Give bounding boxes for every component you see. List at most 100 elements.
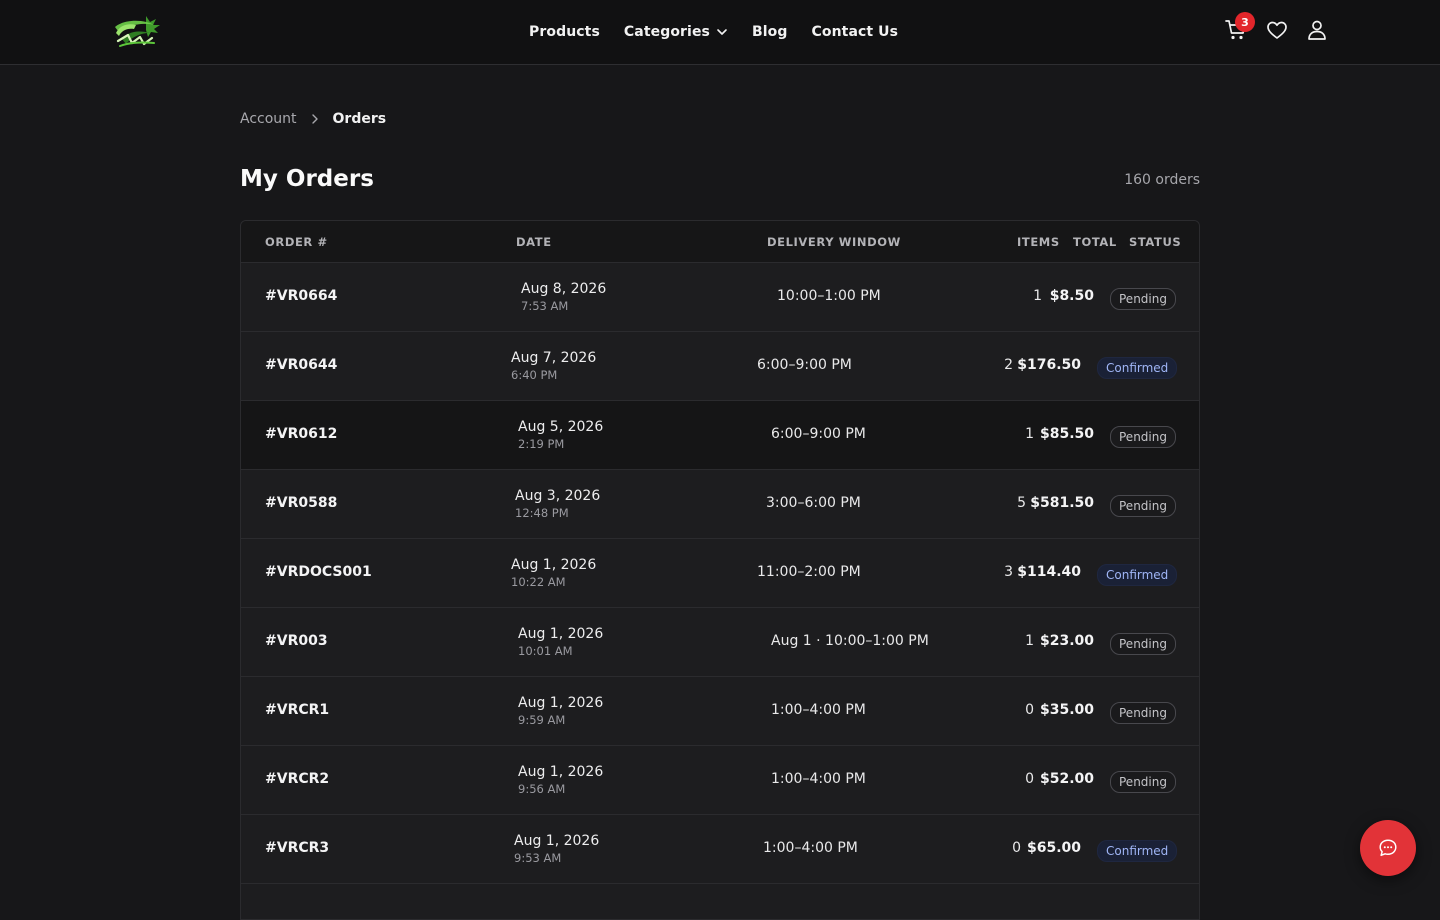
table-row[interactable]: #VR0588 Aug 3, 2026 12:48 PM 3:00–6:00 P…	[241, 470, 1199, 539]
order-date: Aug 7, 2026 6:40 PM	[511, 349, 596, 383]
status-label: Pending	[1110, 495, 1176, 517]
logo[interactable]	[110, 13, 164, 51]
delivery-window: 6:00–9:00 PM	[757, 357, 852, 373]
status-badge: Confirmed	[1097, 840, 1178, 862]
order-total: $114.40	[1017, 564, 1081, 580]
delivery-window: 1:00–4:00 PM	[763, 840, 858, 856]
order-date-day: Aug 5, 2026	[518, 419, 604, 435]
nav-blog[interactable]: Blog	[752, 24, 788, 40]
delivery-window: 11:00–2:00 PM	[757, 564, 861, 580]
header-items: ITEMS	[1017, 235, 1060, 249]
status-badge: Pending	[1110, 702, 1176, 724]
header-actions: 3	[1222, 12, 1332, 46]
order-date-day: Aug 8, 2026	[521, 281, 607, 297]
table-row[interactable]: #VRCR1 Aug 1, 2026 9:59 AM 1:00–4:00 PM …	[241, 677, 1199, 746]
nav-contact[interactable]: Contact Us	[812, 24, 899, 40]
header-total: TOTAL	[1073, 235, 1117, 249]
logo-mark	[115, 16, 160, 47]
order-date-time: 9:53 AM	[514, 851, 562, 865]
nav-contact-label: Contact Us	[811, 24, 899, 40]
order-number[interactable]: #VR003	[265, 633, 328, 649]
table-header: ORDER # DATE DELIVERY WINDOW ITEMS TOTAL…	[241, 221, 1199, 263]
table-row-partial[interactable]	[241, 884, 1199, 919]
order-total: $35.00	[1039, 702, 1094, 718]
table-row[interactable]: #VRCR3 Aug 1, 2026 9:53 AM 1:00–4:00 PM …	[241, 815, 1199, 884]
order-total: $8.50	[1049, 288, 1094, 304]
status-badge: Confirmed	[1097, 357, 1178, 379]
nav-products-label: Products	[529, 24, 600, 40]
order-total: $52.00	[1039, 771, 1094, 787]
order-date: Aug 3, 2026 12:48 PM	[515, 487, 600, 521]
heart-icon	[1267, 21, 1287, 39]
table-row[interactable]: #VR0612 Aug 5, 2026 2:19 PM 6:00–9:00 PM…	[241, 401, 1199, 470]
nav-categories[interactable]: Categories	[624, 24, 728, 40]
delivery-window: 3:00–6:00 PM	[766, 495, 861, 511]
order-date: Aug 1, 2026 9:53 AM	[514, 832, 599, 866]
status-label: Confirmed	[1097, 357, 1178, 379]
order-number[interactable]: #VR0612	[265, 426, 337, 442]
chevron-right-icon	[309, 113, 321, 125]
order-date: Aug 5, 2026 2:19 PM	[518, 418, 603, 452]
order-number[interactable]: #VRDOCS001	[265, 564, 372, 580]
order-total: $176.50	[1017, 357, 1081, 373]
status-badge: Pending	[1110, 495, 1176, 517]
chevron-down-icon	[716, 26, 728, 38]
order-number[interactable]: #VRCR3	[265, 840, 329, 856]
order-date-day: Aug 1, 2026	[518, 626, 604, 642]
order-date-time: 9:59 AM	[518, 713, 566, 727]
breadcrumb-account[interactable]: Account	[240, 111, 297, 127]
status-badge: Pending	[1110, 426, 1176, 448]
order-number[interactable]: #VRCR2	[265, 771, 329, 787]
table-row[interactable]: #VR0664 Aug 8, 2026 7:53 AM 10:00–1:00 P…	[241, 263, 1199, 332]
order-date: Aug 1, 2026 10:01 AM	[518, 625, 603, 659]
order-total: $65.00	[1026, 840, 1081, 856]
wishlist-button[interactable]	[1263, 16, 1291, 44]
order-total: $85.50	[1039, 426, 1094, 442]
order-date: Aug 1, 2026 9:59 AM	[518, 694, 603, 728]
status-badge: Pending	[1110, 771, 1176, 793]
table-row[interactable]: #VR003 Aug 1, 2026 10:01 AM Aug 1 · 10:0…	[241, 608, 1199, 677]
order-date-day: Aug 3, 2026	[515, 488, 601, 504]
order-date-day: Aug 7, 2026	[511, 350, 597, 366]
order-date: Aug 8, 2026 7:53 AM	[521, 280, 606, 314]
cart-button[interactable]: 3	[1222, 12, 1255, 44]
status-label: Confirmed	[1097, 840, 1178, 862]
order-date-time: 12:48 PM	[515, 506, 569, 520]
header-status: STATUS	[1129, 235, 1182, 249]
status-label: Pending	[1110, 288, 1176, 310]
main-nav: Products Categories Blog Contact Us	[529, 0, 898, 64]
table-row[interactable]: #VR0644 Aug 7, 2026 6:40 PM 6:00–9:00 PM…	[241, 332, 1199, 401]
order-date-time: 10:01 AM	[518, 644, 573, 658]
nav-blog-label: Blog	[752, 24, 788, 40]
orders-table: ORDER # DATE DELIVERY WINDOW ITEMS TOTAL…	[240, 220, 1200, 920]
table-row[interactable]: #VRCR2 Aug 1, 2026 9:56 AM 1:00–4:00 PM …	[241, 746, 1199, 815]
delivery-window: 1:00–4:00 PM	[771, 771, 866, 787]
order-number[interactable]: #VR0664	[265, 288, 337, 304]
table-row[interactable]: #VRDOCS001 Aug 1, 2026 10:22 AM 11:00–2:…	[241, 539, 1199, 608]
status-label: Pending	[1110, 771, 1176, 793]
order-number[interactable]: #VR0644	[265, 357, 337, 373]
breadcrumb-current: Orders	[332, 111, 387, 127]
order-date-day: Aug 1, 2026	[514, 833, 600, 849]
order-date-time: 9:56 AM	[518, 782, 566, 796]
order-total: $581.50	[1030, 495, 1094, 511]
order-date: Aug 1, 2026 10:22 AM	[511, 556, 596, 590]
status-label: Confirmed	[1097, 564, 1178, 586]
order-date-time: 6:40 PM	[511, 368, 558, 382]
nav-categories-label: Categories	[623, 24, 710, 40]
order-count: 160 orders	[1124, 172, 1200, 188]
order-date-day: Aug 1, 2026	[518, 695, 604, 711]
chat-button[interactable]	[1360, 820, 1416, 876]
order-number[interactable]: #VRCR1	[265, 702, 329, 718]
site-header: Products Categories Blog Contact Us 3	[0, 0, 1440, 65]
header-order: ORDER #	[265, 235, 328, 249]
order-date: Aug 1, 2026 9:56 AM	[518, 763, 603, 797]
nav-products[interactable]: Products	[529, 24, 600, 40]
order-number[interactable]: #VR0588	[265, 495, 337, 511]
breadcrumb: Account Orders	[240, 109, 386, 129]
header-delivery-window: DELIVERY WINDOW	[767, 235, 901, 249]
page-title: My Orders	[240, 166, 374, 192]
cart-count-badge: 3	[1235, 12, 1255, 32]
account-button[interactable]	[1303, 16, 1331, 44]
status-badge: Confirmed	[1097, 564, 1178, 586]
